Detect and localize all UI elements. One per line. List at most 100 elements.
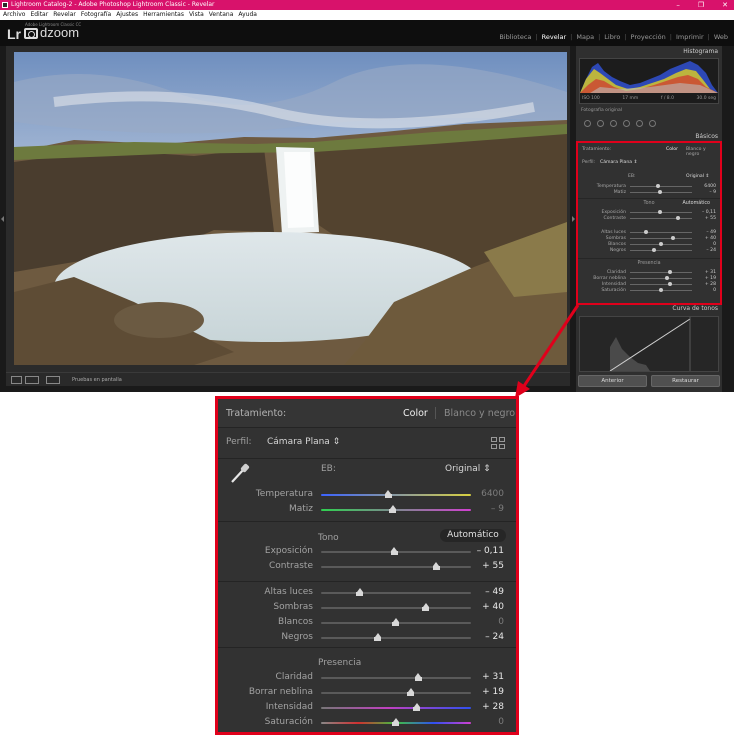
- slider-track[interactable]: [321, 692, 471, 694]
- slider-value[interactable]: 6400: [481, 489, 504, 499]
- mini-slider-track[interactable]: [630, 186, 692, 187]
- slider-track[interactable]: [321, 494, 471, 496]
- menu-archivo[interactable]: Archivo: [3, 10, 25, 20]
- tone-curve-graph[interactable]: [579, 316, 719, 372]
- slider-track[interactable]: [321, 677, 471, 679]
- basic-panel-header[interactable]: Básicos: [576, 133, 722, 141]
- slider-thumb[interactable]: [407, 688, 414, 696]
- module-proyeccion[interactable]: Proyección: [631, 33, 666, 41]
- treatment-color-option[interactable]: Color: [403, 408, 428, 419]
- profile-browser-grid-icon[interactable]: [491, 437, 506, 449]
- auto-tone-button[interactable]: Automático: [440, 529, 506, 542]
- mini-slider-thumb[interactable]: [644, 230, 649, 234]
- slider-value[interactable]: – 49: [485, 587, 504, 597]
- spot-removal-icon[interactable]: [597, 120, 604, 127]
- menu-ajustes[interactable]: Ajustes: [116, 10, 138, 20]
- slider-thumb[interactable]: [414, 673, 422, 681]
- module-web[interactable]: Web: [714, 33, 728, 41]
- mini-treatment-color[interactable]: Color: [666, 147, 678, 152]
- slider-track[interactable]: [321, 707, 471, 709]
- adjustment-brush-icon[interactable]: [649, 120, 656, 127]
- slider-thumb[interactable]: [356, 588, 363, 596]
- slider-track[interactable]: [321, 566, 471, 568]
- mini-slider-track[interactable]: [630, 284, 692, 285]
- waterfall-photo[interactable]: [14, 52, 567, 365]
- slider-thumb[interactable]: [422, 603, 429, 611]
- slider-thumb[interactable]: [392, 618, 399, 626]
- radial-filter-icon[interactable]: [636, 120, 643, 127]
- slider-value[interactable]: 0: [498, 617, 504, 627]
- mini-slider-thumb[interactable]: [665, 276, 670, 280]
- slider-value[interactable]: 0: [498, 717, 504, 727]
- menu-vista[interactable]: Vista: [189, 10, 204, 20]
- mini-auto-button[interactable]: Automático: [578, 201, 720, 206]
- compare-view-icon[interactable]: [46, 376, 60, 384]
- mini-slider-thumb[interactable]: [651, 248, 656, 252]
- loupe-view-icon[interactable]: [11, 376, 22, 384]
- slider-track[interactable]: [321, 509, 471, 511]
- module-imprimir[interactable]: Imprimir: [676, 33, 704, 41]
- mini-slider-track[interactable]: [630, 232, 692, 233]
- eyedropper-icon[interactable]: [228, 461, 252, 485]
- slider-thumb[interactable]: [390, 547, 398, 555]
- module-biblioteca[interactable]: Biblioteca: [499, 33, 531, 41]
- maximize-button[interactable]: ❐: [698, 0, 704, 10]
- mini-slider-track[interactable]: [630, 250, 692, 251]
- mini-slider-track[interactable]: [630, 272, 692, 273]
- menu-revelar[interactable]: Revelar: [53, 10, 76, 20]
- menu-editar[interactable]: Editar: [30, 10, 48, 20]
- treatment-bw-option[interactable]: Blanco y negro: [444, 408, 515, 419]
- mini-slider-thumb[interactable]: [657, 190, 662, 194]
- menu-ayuda[interactable]: Ayuda: [238, 10, 257, 20]
- mini-slider-thumb[interactable]: [659, 288, 663, 292]
- mini-slider-thumb[interactable]: [655, 184, 660, 188]
- previous-button[interactable]: Anterior: [578, 375, 647, 387]
- menu-herramientas[interactable]: Herramientas: [143, 10, 184, 20]
- before-after-icon[interactable]: [25, 376, 39, 384]
- slider-value[interactable]: + 28: [482, 702, 504, 712]
- crop-tool-icon[interactable]: [584, 120, 591, 127]
- menu-fotografia[interactable]: Fotografía: [81, 10, 111, 20]
- slider-value[interactable]: – 9: [491, 504, 504, 514]
- slider-value[interactable]: + 31: [482, 672, 504, 682]
- mini-slider-track[interactable]: [630, 278, 692, 279]
- slider-value[interactable]: – 24: [485, 632, 504, 642]
- mini-slider-thumb[interactable]: [668, 270, 673, 274]
- mini-slider-track[interactable]: [630, 218, 692, 219]
- collapse-right-panel-icon[interactable]: [572, 216, 575, 222]
- slider-value[interactable]: + 55: [482, 561, 504, 571]
- soft-proof-checkbox[interactable]: Pruebas en pantalla: [72, 377, 122, 383]
- red-eye-icon[interactable]: [610, 120, 617, 127]
- close-button[interactable]: ✕: [722, 0, 728, 10]
- module-mapa[interactable]: Mapa: [576, 33, 594, 41]
- mini-wb-value[interactable]: Original ⇕: [686, 174, 709, 179]
- mini-slider-thumb[interactable]: [671, 236, 676, 240]
- mini-slider-thumb[interactable]: [659, 242, 663, 246]
- module-revelar[interactable]: Revelar: [542, 33, 567, 41]
- slider-value[interactable]: + 40: [482, 602, 504, 612]
- mini-slider-thumb[interactable]: [667, 282, 672, 286]
- histogram-header[interactable]: Histograma: [576, 48, 722, 56]
- mini-slider-thumb[interactable]: [675, 216, 680, 220]
- slider-value[interactable]: – 0,11: [477, 546, 504, 556]
- minimize-button[interactable]: –: [676, 0, 680, 10]
- profile-dropdown[interactable]: Cámara Plana ⇕: [267, 437, 340, 447]
- reset-button[interactable]: Restaurar: [651, 375, 720, 387]
- white-balance-dropdown[interactable]: Original ⇕: [445, 464, 491, 474]
- graduated-filter-icon[interactable]: [623, 120, 630, 127]
- menu-ventana[interactable]: Ventana: [209, 10, 234, 20]
- mini-slider-track[interactable]: [630, 238, 692, 239]
- slider-track[interactable]: [321, 592, 471, 594]
- slider-thumb[interactable]: [384, 490, 392, 498]
- tone-curve-header[interactable]: Curva de tonos: [576, 305, 722, 313]
- slider-thumb[interactable]: [392, 718, 399, 726]
- slider-thumb[interactable]: [374, 633, 381, 641]
- mini-profile-value[interactable]: Cámara Plana ⇕: [600, 160, 637, 165]
- slider-track[interactable]: [321, 607, 471, 609]
- module-libro[interactable]: Libro: [604, 33, 620, 41]
- mini-slider-thumb[interactable]: [658, 210, 663, 214]
- expand-left-panel-icon[interactable]: [1, 216, 4, 222]
- slider-track[interactable]: [321, 637, 471, 639]
- mini-treatment-bw[interactable]: Blanco y negro: [686, 147, 720, 157]
- slider-value[interactable]: + 19: [482, 687, 504, 697]
